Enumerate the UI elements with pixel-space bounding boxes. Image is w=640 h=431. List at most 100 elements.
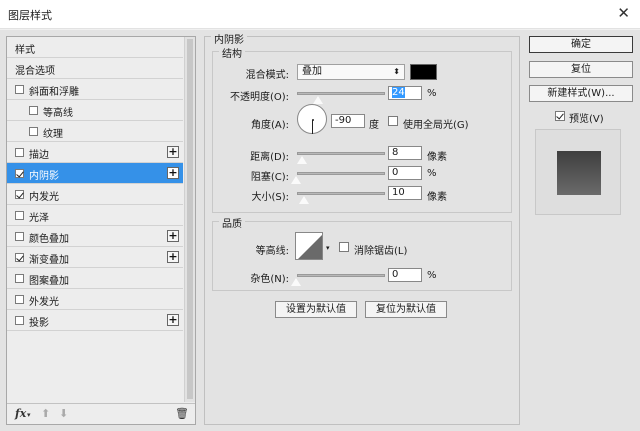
add-color-overlay-plus-icon[interactable]: + <box>167 230 179 242</box>
contour-preview-icon[interactable] <box>295 232 323 260</box>
add-stroke-plus-icon[interactable]: + <box>167 146 179 158</box>
list-item-color-overlay[interactable]: 颜色叠加 + <box>7 226 183 247</box>
list-item-label: 投影 <box>29 318 49 329</box>
noise-unit: % <box>427 270 437 281</box>
opacity-slider[interactable] <box>297 92 385 95</box>
distance-slider-thumb[interactable] <box>296 155 308 165</box>
list-item-satin[interactable]: 光泽 <box>7 205 183 226</box>
move-down-icon[interactable]: ⬇ <box>59 407 68 420</box>
gradient-overlay-checkbox[interactable] <box>15 253 24 262</box>
ok-button[interactable]: 确定 <box>529 36 633 53</box>
make-default-button[interactable]: 设置为默认值 <box>275 301 357 318</box>
choke-input[interactable]: 0 <box>388 166 422 180</box>
scrollbar-thumb[interactable] <box>187 39 193 399</box>
list-item-contour[interactable]: 等高线 <box>7 100 183 121</box>
size-input[interactable]: 10 <box>388 186 422 200</box>
list-item-inner-shadow[interactable]: 内阴影 + <box>7 163 183 184</box>
window-title: 图层样式 <box>8 9 52 22</box>
list-item-label: 斜面和浮雕 <box>29 87 79 98</box>
anti-aliased-label: 消除锯齿(L) <box>354 246 408 257</box>
stroke-checkbox[interactable] <box>15 148 24 157</box>
noise-slider[interactable] <box>297 274 385 277</box>
bevel-emboss-checkbox[interactable] <box>15 85 24 94</box>
reset-button[interactable]: 复位 <box>529 61 633 78</box>
trash-icon[interactable]: 🗑 <box>175 407 189 420</box>
list-item-pattern-overlay[interactable]: 图案叠加 <box>7 268 183 289</box>
list-item-inner-glow[interactable]: 内发光 <box>7 184 183 205</box>
list-item-drop-shadow[interactable]: 投影 + <box>7 310 183 331</box>
preview-checkbox[interactable] <box>555 111 565 121</box>
color-overlay-checkbox[interactable] <box>15 232 24 241</box>
contour-label: 等高线: <box>255 246 289 257</box>
size-slider[interactable] <box>297 192 385 195</box>
inner-glow-checkbox[interactable] <box>15 190 24 199</box>
use-global-light-checkbox[interactable] <box>388 116 398 126</box>
distance-label: 距离(D): <box>250 152 289 163</box>
shadow-color-swatch[interactable] <box>410 64 437 80</box>
size-slider-thumb[interactable] <box>298 195 310 205</box>
list-item-outer-glow[interactable]: 外发光 <box>7 289 183 310</box>
quality-group: 品质 等高线: ▾ 消除锯齿(L) 杂色(N): 0 % <box>212 215 512 291</box>
preview-label: 预览(V) <box>569 114 604 125</box>
list-item-label: 内阴影 <box>29 171 59 182</box>
distance-slider[interactable] <box>297 152 385 155</box>
contour-checkbox[interactable] <box>29 106 38 115</box>
distance-input[interactable]: 8 <box>388 146 422 160</box>
title-bar: 图层样式 ✕ <box>0 0 640 29</box>
opacity-slider-thumb[interactable] <box>312 95 325 105</box>
inner-shadow-checkbox[interactable] <box>15 169 24 178</box>
list-item-label: 混合选项 <box>15 66 55 77</box>
size-unit: 像素 <box>427 192 447 203</box>
satin-checkbox[interactable] <box>15 211 24 220</box>
choke-slider[interactable] <box>297 172 385 175</box>
opacity-input[interactable]: 24 <box>388 86 422 100</box>
style-preview-box <box>535 129 621 215</box>
close-icon[interactable]: ✕ <box>617 4 630 22</box>
noise-input[interactable]: 0 <box>388 268 422 282</box>
fx-dropdown-icon[interactable]: ▾ <box>27 411 31 419</box>
choke-slider-thumb[interactable] <box>290 175 302 185</box>
opacity-unit: % <box>427 88 437 99</box>
list-item-label: 渐变叠加 <box>29 255 69 266</box>
fx-icon[interactable]: fx <box>15 407 26 420</box>
drop-shadow-checkbox[interactable] <box>15 316 24 325</box>
add-gradient-overlay-plus-icon[interactable]: + <box>167 251 179 263</box>
angle-dial[interactable] <box>297 104 327 134</box>
noise-label: 杂色(N): <box>250 274 289 285</box>
add-drop-shadow-plus-icon[interactable]: + <box>167 314 179 326</box>
anti-aliased-checkbox[interactable] <box>339 242 349 252</box>
blend-mode-dropdown[interactable]: 叠加 ⬍ <box>297 64 405 80</box>
styles-list-panel: 样式 混合选项 斜面和浮雕 等高线 纹理 描边 + 内阴影 + 内发光 光泽 颜… <box>6 36 196 425</box>
new-style-button[interactable]: 新建样式(W)... <box>529 85 633 102</box>
noise-slider-thumb[interactable] <box>290 277 302 287</box>
structure-title: 结构 <box>219 45 245 60</box>
reset-to-default-button[interactable]: 复位为默认值 <box>365 301 447 318</box>
blend-mode-label: 混合模式: <box>245 70 289 81</box>
styles-header[interactable]: 样式 <box>7 37 183 58</box>
list-item-label: 光泽 <box>29 213 49 224</box>
contour-dropdown-icon[interactable]: ▾ <box>326 244 330 252</box>
list-item-label: 描边 <box>29 150 49 161</box>
list-item-bevel-emboss[interactable]: 斜面和浮雕 <box>7 79 183 100</box>
distance-unit: 像素 <box>427 152 447 163</box>
quality-title: 品质 <box>219 215 245 230</box>
add-inner-shadow-plus-icon[interactable]: + <box>167 167 179 179</box>
styles-list-footer: fx ▾ ⬆ ⬇ 🗑 <box>7 403 195 424</box>
structure-group: 结构 混合模式: 叠加 ⬍ 不透明度(O): 24 % 角度(A): -90 度 <box>212 45 512 213</box>
styles-list-scrollbar[interactable] <box>184 37 195 402</box>
opacity-label: 不透明度(O): <box>229 92 289 103</box>
angle-input[interactable]: -90 <box>331 114 365 128</box>
use-global-light-label: 使用全局光(G) <box>403 120 469 131</box>
list-item-label: 图案叠加 <box>29 276 69 287</box>
choke-unit: % <box>427 168 437 179</box>
pattern-overlay-checkbox[interactable] <box>15 274 24 283</box>
texture-checkbox[interactable] <box>29 127 38 136</box>
outer-glow-checkbox[interactable] <box>15 295 24 304</box>
list-item-gradient-overlay[interactable]: 渐变叠加 + <box>7 247 183 268</box>
style-preview-swatch <box>557 151 601 195</box>
list-item-blending-options[interactable]: 混合选项 <box>7 58 183 79</box>
list-item-stroke[interactable]: 描边 + <box>7 142 183 163</box>
list-item-label: 内发光 <box>29 192 59 203</box>
list-item-texture[interactable]: 纹理 <box>7 121 183 142</box>
move-up-icon[interactable]: ⬆ <box>41 407 50 420</box>
